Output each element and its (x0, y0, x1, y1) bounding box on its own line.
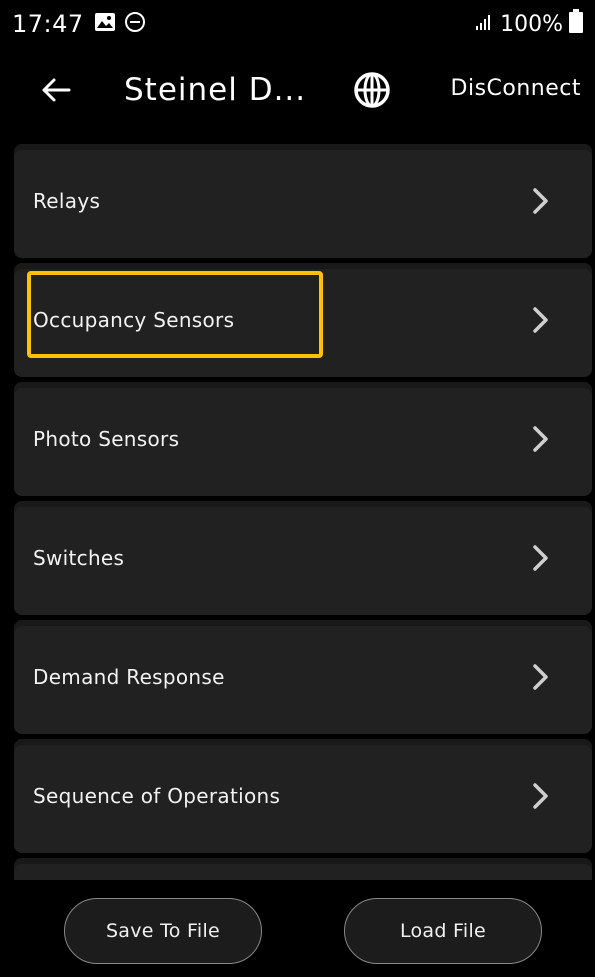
save-to-file-button[interactable]: Save To File (64, 898, 262, 964)
back-button[interactable] (34, 70, 78, 114)
status-time: 17:47 (12, 10, 84, 38)
menu-item-label: Demand Response (33, 665, 225, 689)
status-bar: 17:47 100% (0, 0, 595, 48)
menu-item-sequence-of-operations[interactable]: Sequence of Operations (14, 739, 592, 853)
app-bar: Steinel D... DisConnect (0, 48, 595, 136)
battery-percent: 100% (500, 11, 563, 37)
menu-list: Relays Occupancy Sensors Photo Sensors S… (0, 136, 595, 880)
signal-icon (474, 12, 494, 37)
dnd-icon (124, 11, 146, 37)
menu-item-partial[interactable] (14, 858, 592, 880)
menu-item-relays[interactable]: Relays (14, 144, 592, 258)
menu-item-label: Photo Sensors (33, 427, 180, 451)
menu-item-demand-response[interactable]: Demand Response (14, 620, 592, 734)
back-arrow-icon (41, 77, 71, 107)
menu-item-label: Switches (33, 546, 125, 570)
menu-item-photo-sensors[interactable]: Photo Sensors (14, 382, 592, 496)
menu-item-label: Relays (33, 189, 101, 213)
chevron-right-icon (533, 545, 548, 571)
status-right: 100% (474, 9, 583, 39)
page-title: Steinel D... (124, 72, 307, 108)
chevron-right-icon (533, 783, 548, 809)
chevron-right-icon (533, 307, 548, 333)
gallery-icon (94, 12, 116, 36)
globe-icon (353, 71, 391, 113)
menu-item-switches[interactable]: Switches (14, 501, 592, 615)
bottom-bar: Save To File Load File (0, 880, 595, 977)
battery-icon (569, 9, 583, 39)
disconnect-button[interactable]: DisConnect (451, 76, 581, 101)
load-file-button[interactable]: Load File (344, 898, 542, 964)
menu-item-label: Sequence of Operations (33, 784, 281, 808)
menu-item-occupancy-sensors[interactable]: Occupancy Sensors (14, 263, 592, 377)
chevron-right-icon (533, 426, 548, 452)
language-button[interactable] (350, 70, 394, 114)
chevron-right-icon (533, 664, 548, 690)
chevron-right-icon (533, 188, 548, 214)
menu-item-label: Occupancy Sensors (33, 308, 235, 332)
status-notification-icons (94, 11, 146, 37)
